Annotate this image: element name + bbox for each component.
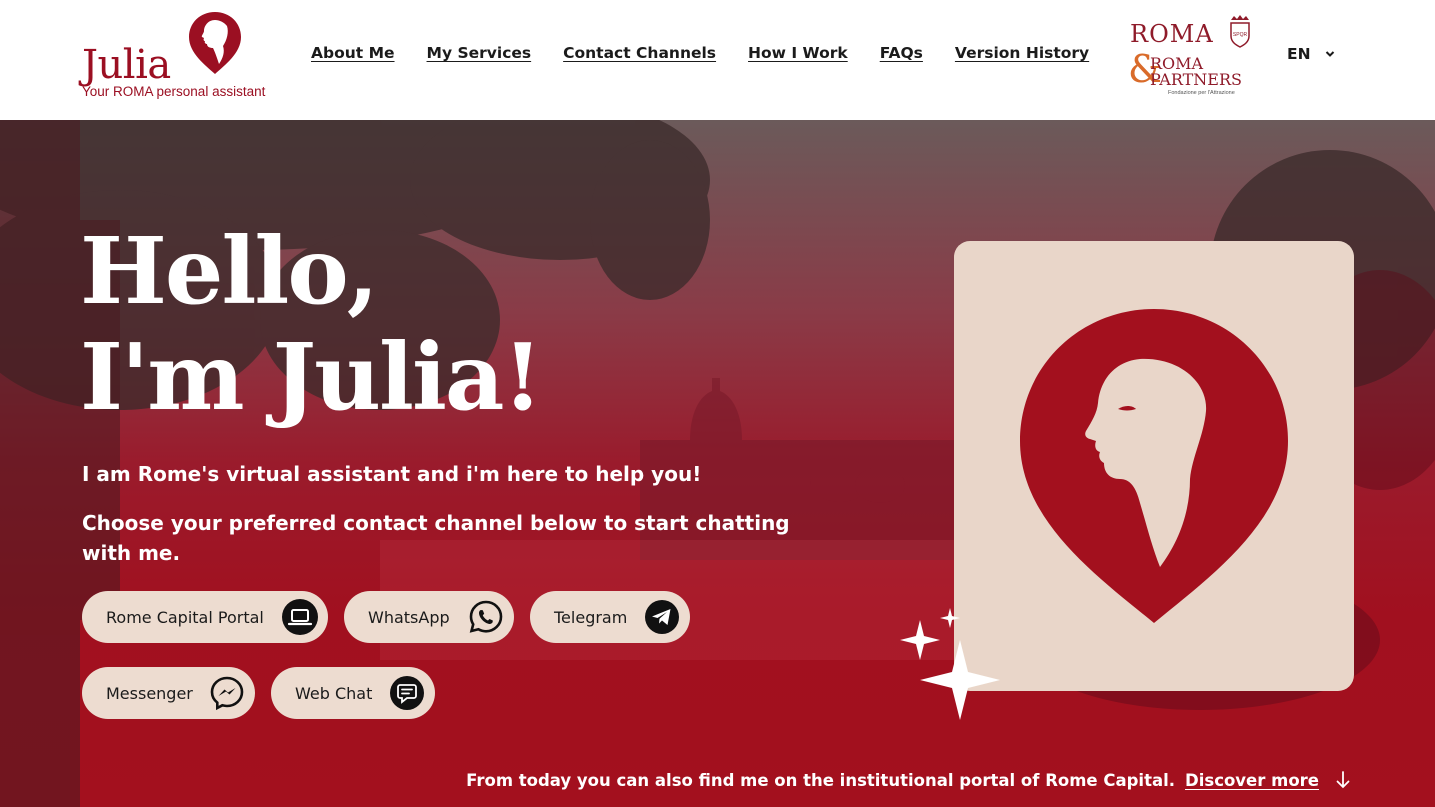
messenger-icon <box>210 676 244 711</box>
language-label: EN <box>1287 45 1311 63</box>
button-label: WhatsApp <box>368 607 450 627</box>
partner-partners: PARTNERS <box>1150 70 1242 89</box>
laptop-icon <box>282 599 318 635</box>
nav-version-history[interactable]: Version History <box>955 44 1089 62</box>
logo-wordmark: Julia <box>82 42 171 88</box>
roma-partners-logo[interactable]: ROMA SPQR & ROMA PARTNERS Fondazione per… <box>1128 12 1258 102</box>
discover-more-link[interactable]: Discover more <box>1185 771 1319 790</box>
hero-heading-line1: Hello, <box>80 217 379 325</box>
button-label: Web Chat <box>295 683 373 703</box>
messenger-button[interactable]: Messenger <box>82 667 255 719</box>
partner-roma-text: ROMA <box>1130 20 1214 48</box>
whatsapp-icon <box>469 600 503 633</box>
julia-logo[interactable]: Julia Your ROMA personal assistant <box>82 10 282 102</box>
rome-capital-portal-button[interactable]: Rome Capital Portal <box>82 591 328 643</box>
julia-avatar-card <box>954 241 1354 691</box>
whatsapp-button[interactable]: WhatsApp <box>344 591 514 643</box>
hero-heading-line2: I'm Julia! <box>80 323 543 431</box>
nav-about-me[interactable]: About Me <box>311 44 395 62</box>
web-chat-button[interactable]: Web Chat <box>271 667 435 719</box>
julia-pin-icon <box>189 12 241 74</box>
button-label: Messenger <box>106 683 193 703</box>
svg-text:SPQR: SPQR <box>1233 32 1248 38</box>
announcement-text: From today you can also find me on the i… <box>466 770 1176 790</box>
hero-intro: I am Rome's virtual assistant and i'm he… <box>82 462 702 486</box>
nav-faqs[interactable]: FAQs <box>880 44 923 62</box>
nav-contact-channels[interactable]: Contact Channels <box>563 44 716 62</box>
nav-how-i-work[interactable]: How I Work <box>748 44 848 62</box>
roma-crest-icon: SPQR <box>1230 15 1250 48</box>
nav-my-services[interactable]: My Services <box>427 44 532 62</box>
button-label: Rome Capital Portal <box>106 607 264 627</box>
language-selector[interactable]: EN <box>1287 45 1335 63</box>
sparkle-icon <box>900 608 1000 720</box>
partner-subtitle: Fondazione per l'Attrazione <box>1168 90 1235 96</box>
telegram-icon <box>645 600 679 634</box>
julia-avatar-icon <box>1020 309 1288 623</box>
button-label: Telegram <box>554 607 628 627</box>
site-header: Julia Your ROMA personal assistant About… <box>0 0 1435 120</box>
arrow-down-icon[interactable] <box>1335 770 1351 790</box>
portal-announcement: From today you can also find me on the i… <box>466 770 1351 790</box>
logo-tagline: Your ROMA personal assistant <box>82 84 266 99</box>
chat-icon <box>390 676 424 710</box>
hero-heading: Hello, I'm Julia! <box>80 217 543 431</box>
chevron-down-icon <box>1325 51 1334 57</box>
hero-instruction: Choose your preferred contact channel be… <box>82 511 790 565</box>
hero-section: Hello, I'm Julia! I am Rome's virtual as… <box>0 120 1435 807</box>
telegram-button[interactable]: Telegram <box>530 591 690 643</box>
main-nav: About Me My Services Contact Channels Ho… <box>311 44 1121 62</box>
